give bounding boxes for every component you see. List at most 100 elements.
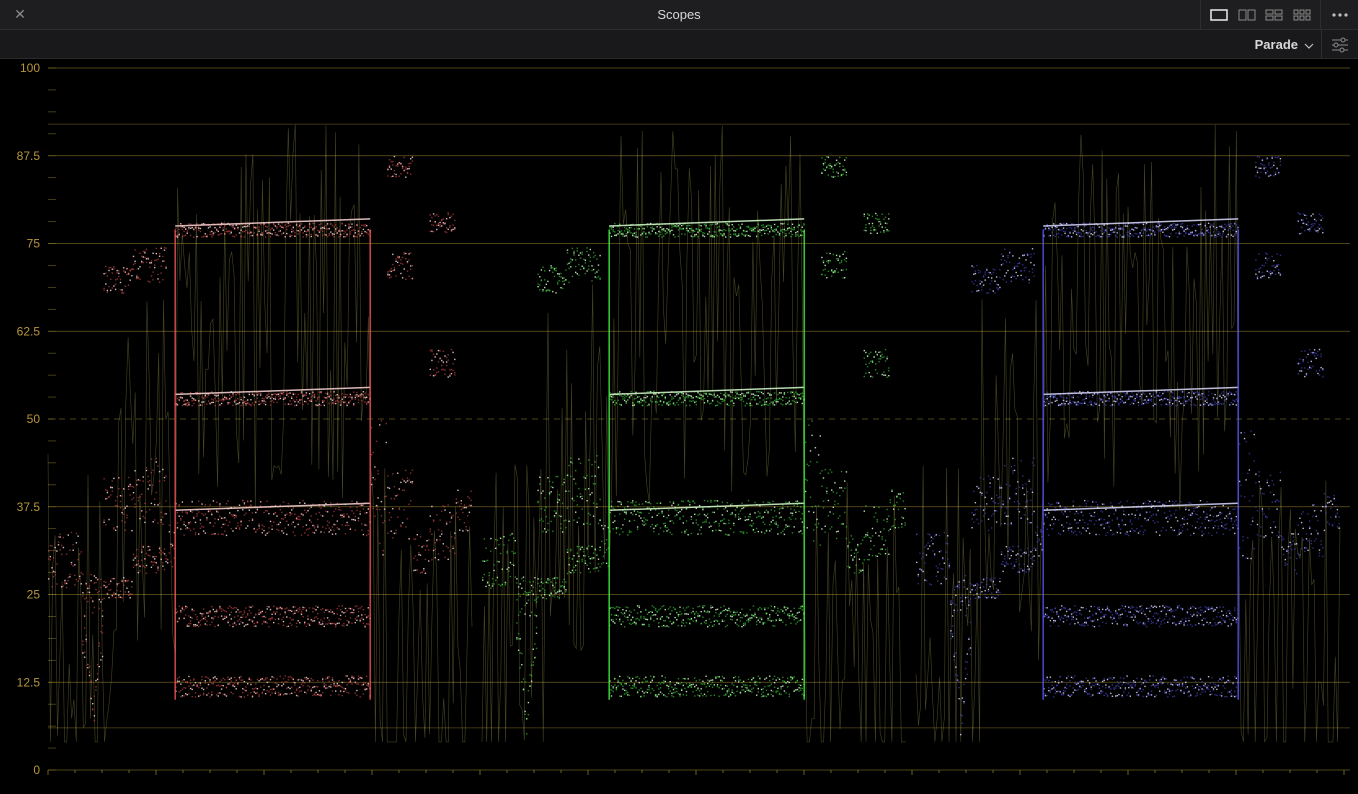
waveform-sample [366, 524, 368, 527]
waveform-sample [181, 606, 184, 609]
waveform-sample [780, 223, 782, 225]
waveform-sample [756, 527, 758, 530]
waveform-sample [362, 504, 365, 506]
waveform-sample [521, 652, 523, 655]
waveform-sample [488, 572, 490, 574]
waveform-sample [790, 391, 792, 393]
waveform-sample [214, 394, 216, 397]
waveform-sample [183, 687, 185, 689]
waveform-sample [264, 534, 267, 536]
waveform-sample [333, 622, 335, 625]
waveform-sample [248, 393, 250, 396]
waveform-sample [669, 230, 671, 232]
waveform-sample [773, 625, 776, 627]
waveform-sample [711, 681, 714, 684]
waveform-sample [410, 268, 412, 270]
waveform-sample [723, 394, 725, 396]
waveform-sample [367, 623, 369, 625]
waveform-sample [106, 275, 109, 277]
waveform-sample [619, 231, 621, 233]
waveform-sample [315, 234, 317, 236]
waveform-sample [783, 533, 786, 536]
waveform-sample [519, 667, 521, 669]
waveform-sample [220, 684, 223, 687]
waveform-sample [93, 695, 96, 697]
waveform-sample [731, 512, 733, 514]
waveform-sample [575, 265, 577, 268]
waveform-sample [491, 578, 494, 580]
dual-layout-icon[interactable] [1238, 9, 1256, 21]
waveform-sample [113, 266, 115, 268]
waveform-sample [132, 486, 135, 488]
waveform-sample [227, 678, 229, 681]
waveform-sample [778, 512, 781, 514]
waveform-sample [380, 420, 383, 422]
waveform-sample [132, 497, 135, 499]
waveform-sample [367, 401, 369, 404]
waveform-sample [273, 229, 275, 231]
waveform-sample [516, 599, 518, 601]
more-dots-icon[interactable] [1320, 0, 1358, 30]
waveform-sample [328, 531, 330, 533]
waveform-sample [677, 503, 680, 506]
quad-layout-icon[interactable] [1265, 9, 1283, 21]
waveform-sample [561, 581, 564, 583]
waveform-sample [782, 223, 784, 225]
waveform-sample [127, 485, 130, 488]
waveform-sample [194, 682, 197, 684]
waveform-sample [612, 230, 614, 233]
waveform-sample [667, 228, 670, 230]
six-layout-icon[interactable] [1293, 9, 1311, 21]
waveform-sample [718, 525, 720, 527]
waveform-sample [116, 496, 118, 498]
waveform-sample [294, 404, 296, 407]
waveform-sample [338, 680, 340, 682]
waveform-sample [282, 501, 285, 503]
waveform-sample [764, 226, 766, 229]
waveform-sample [731, 616, 733, 618]
waveform-sample [400, 524, 402, 526]
waveform-sample [247, 525, 249, 527]
single-layout-icon[interactable] [1210, 9, 1228, 21]
waveform-sample [214, 405, 216, 407]
waveform-sample [320, 507, 322, 509]
waveform-sample [302, 682, 304, 684]
waveform-sample [619, 675, 621, 678]
sliders-icon[interactable] [1321, 30, 1358, 59]
close-icon[interactable]: ✕ [12, 6, 28, 22]
waveform-sample [785, 682, 787, 684]
waveform-sample [269, 229, 272, 231]
waveform-sample [127, 579, 130, 582]
waveform-sample [702, 695, 704, 697]
waveform-sample [405, 257, 407, 260]
waveform-sample [157, 565, 159, 568]
waveform-sample [716, 685, 719, 688]
waveform-sample [400, 481, 402, 484]
waveform-sample [291, 624, 293, 626]
waveform-sample [710, 621, 712, 623]
waveform-sample [248, 403, 250, 405]
waveform-sample [449, 375, 451, 377]
waveform-sample [636, 511, 639, 513]
waveform-sample [198, 695, 200, 697]
waveform-sample [517, 592, 520, 595]
waveform-sample [731, 614, 733, 616]
waveform-sample [108, 596, 110, 599]
waveform-sample [77, 558, 79, 561]
waveform-sample [783, 392, 786, 394]
scope-mode-dropdown[interactable]: Parade [1255, 30, 1314, 59]
waveform-sample [294, 606, 296, 608]
waveform-sample [610, 619, 613, 621]
waveform-sample [255, 401, 257, 403]
waveform-sample [273, 621, 275, 624]
waveform-sample [711, 625, 714, 627]
waveform-sample [468, 511, 471, 513]
waveform-sample [154, 498, 156, 500]
waveform-sample [783, 681, 786, 683]
waveform-sample [437, 361, 440, 363]
waveform-sample [356, 391, 358, 394]
waveform-sample [530, 590, 533, 592]
waveform-sample [728, 228, 730, 230]
waveform-sample [261, 528, 263, 530]
waveform-sample [695, 396, 697, 398]
